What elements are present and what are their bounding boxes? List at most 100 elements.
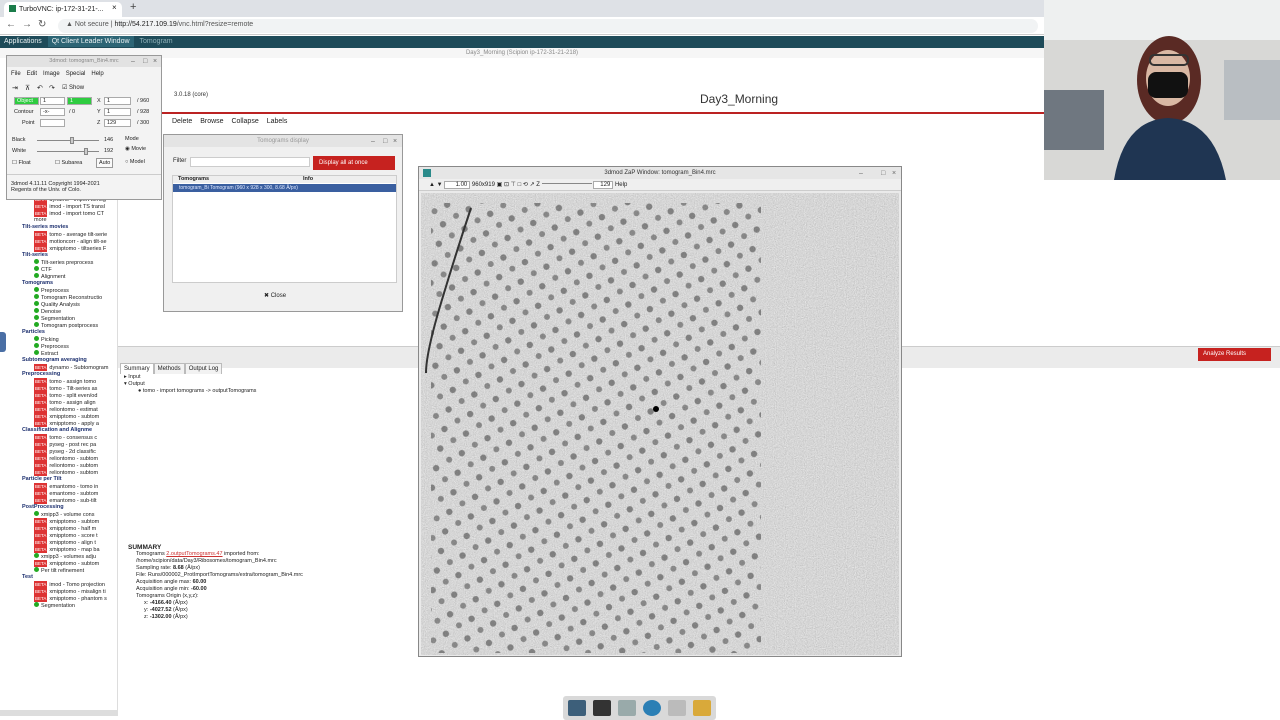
tree-item[interactable]: CTF [0,266,52,273]
minimize-icon[interactable]: – [371,138,375,145]
tab-methods[interactable]: Methods [153,363,185,374]
tree-item[interactable]: BETA dynamo - Subtomogram [0,364,108,371]
tree-item[interactable]: BETA reliontomo - subtom [0,455,98,462]
black-slider-handle[interactable] [70,137,74,144]
show-checkbox[interactable]: ☑ Show [62,84,84,91]
forward-icon[interactable]: → [22,19,32,30]
menu-help[interactable]: Help [91,71,103,77]
object-field[interactable]: Object [14,97,39,105]
tree-item[interactable]: BETA xmipptomo - tiltseries F [0,245,106,252]
tree-item[interactable]: BETA reliontomo - estimat [0,406,98,413]
zoom-down-icon[interactable]: ▼ [437,182,443,188]
new-tab-button[interactable]: + [130,1,136,13]
tree-item[interactable]: Picking [0,336,59,343]
tree-item[interactable]: BETA xmipptomo - misalign ti [0,588,106,595]
delete-button[interactable]: Delete [172,118,192,125]
terminal-icon[interactable] [593,700,611,716]
sidebar-handle[interactable] [0,332,6,352]
tomogram-image[interactable] [421,193,899,655]
io-input[interactable]: ▸ Input [124,374,256,381]
help-button[interactable]: Help [615,182,627,188]
close-icon[interactable]: × [153,58,157,65]
tree-item[interactable]: more [0,217,47,224]
z-field[interactable]: 129 [104,119,131,127]
tree-item[interactable]: BETA tomo - consensus c [0,434,97,441]
tree-item[interactable]: BETA emantomo - subtom [0,490,98,497]
float-checkbox[interactable]: ☐ Float [12,160,31,166]
io-output-item[interactable]: ● tomo - import tomograms -> outputTomog… [124,388,256,395]
tree-item[interactable]: Tomogram postprocess [0,322,98,329]
tree-item[interactable]: BETA motioncorr - align tilt-se [0,238,107,245]
x-field[interactable]: 1 [104,97,131,105]
rubberband-icon[interactable]: □ [518,182,522,188]
filter-input[interactable] [190,157,310,167]
black-slider[interactable] [37,140,99,141]
white-slider-handle[interactable] [84,148,88,155]
tree-category[interactable]: Subtomogram averaging [0,357,87,364]
tree-item[interactable]: Per tilt refinement [0,567,84,574]
tree-item[interactable]: BETA imod - Tomo projection [0,581,105,588]
display-all-button[interactable]: Display all at once [313,156,395,170]
undo-icon[interactable]: ↶ [37,84,43,92]
menu-file[interactable]: File [11,71,21,77]
tree-item[interactable]: BETA emantomo - tomo in [0,483,98,490]
tab-close-icon[interactable]: × [112,3,117,12]
tree-item[interactable]: Extract [0,350,58,357]
tree-item[interactable]: BETA reliontomo - subtom [0,462,98,469]
tree-item[interactable]: BETA xmipptomo - phantom s [0,595,107,602]
tree-category[interactable]: Classification and Alignme [0,427,92,434]
movie-icon[interactable]: ⇥ [12,84,18,92]
tree-item[interactable]: BETA xmipptomo - score t [0,532,98,539]
tree-item[interactable]: xmipp3 - volumes adju [0,553,96,560]
arrow-icon[interactable]: ↗ [530,182,535,188]
tree-item[interactable]: BETA xmipptomo - subtom [0,413,99,420]
tree-item[interactable]: BETA emantomo - sub-tilt [0,497,97,504]
tree-item[interactable]: BETA xmipptomo - subtom [0,518,99,525]
applications-menu[interactable]: Applications [0,36,46,47]
tree-item[interactable]: BETA pyseg - 2d classific [0,448,96,455]
center-icon[interactable]: ⊡ [504,182,509,188]
tree-item[interactable]: BETA xmipptomo - map ba [0,546,100,553]
analyze-results-button[interactable]: Analyze Results [1198,348,1271,361]
z-field[interactable]: 129 [593,181,614,189]
browse-button[interactable]: Browse [200,118,223,125]
taskbar-qt-window[interactable]: Qt Client Leader Window [47,36,134,47]
tree-item[interactable]: Tomogram Reconstructio [0,294,102,301]
files-icon[interactable] [618,700,636,716]
tree-item[interactable]: BETA xmipptomo - subtom [0,560,99,567]
minimize-icon[interactable]: – [859,170,863,177]
tree-item[interactable]: BETA reliontomo - subtom [0,469,98,476]
tree-item[interactable]: Preprocess [0,343,69,350]
url-input[interactable]: ▲ Not secure | http://54.217.109.19/vnc.… [58,19,1038,33]
maximize-icon[interactable]: □ [383,138,387,145]
tree-scrollbar[interactable] [0,710,118,716]
browser-icon[interactable] [643,700,661,716]
minimize-icon[interactable]: – [131,58,135,65]
labels-button[interactable]: Labels [267,118,288,125]
tree-category[interactable]: Test [0,574,33,581]
tree-item[interactable]: BETA xmipptomo - half m [0,525,96,532]
menu-special[interactable]: Special [66,71,86,77]
output-link[interactable]: 2.outputTomograms.47 [166,551,222,557]
close-icon[interactable]: × [393,138,397,145]
contour-field[interactable]: -x- [40,108,65,116]
y-field[interactable]: 1 [104,108,131,116]
tree-item[interactable]: Tilt-series preprocess [0,259,93,266]
tree-category[interactable]: Particle per Tilt [0,476,62,483]
tree-item[interactable]: BETA tomo - assign tomo [0,378,96,385]
z-slider[interactable] [541,183,592,184]
redo-icon[interactable]: ↷ [49,84,55,92]
tree-category[interactable]: Tomograms [0,280,53,287]
taskbar-tomogram[interactable]: Tomogram [135,36,176,47]
tree-item[interactable]: BETA imod - import tomo CT [0,210,104,217]
search-icon[interactable] [668,700,686,716]
close-icon[interactable]: × [892,170,896,177]
io-output[interactable]: ▾ Output [124,381,256,388]
tree-item[interactable]: BETA tomo - Tilt-series as [0,385,97,392]
insert-icon[interactable]: ⊤ [511,182,516,188]
back-icon[interactable]: ← [6,19,16,30]
tree-item[interactable]: Denoise [0,308,61,315]
tab-summary[interactable]: Summary [120,363,154,374]
close-button[interactable]: ✖ Close [264,292,286,299]
table-row[interactable]: tomogram_Bi Tomogram (960 x 928 x 300, 8… [173,184,396,192]
